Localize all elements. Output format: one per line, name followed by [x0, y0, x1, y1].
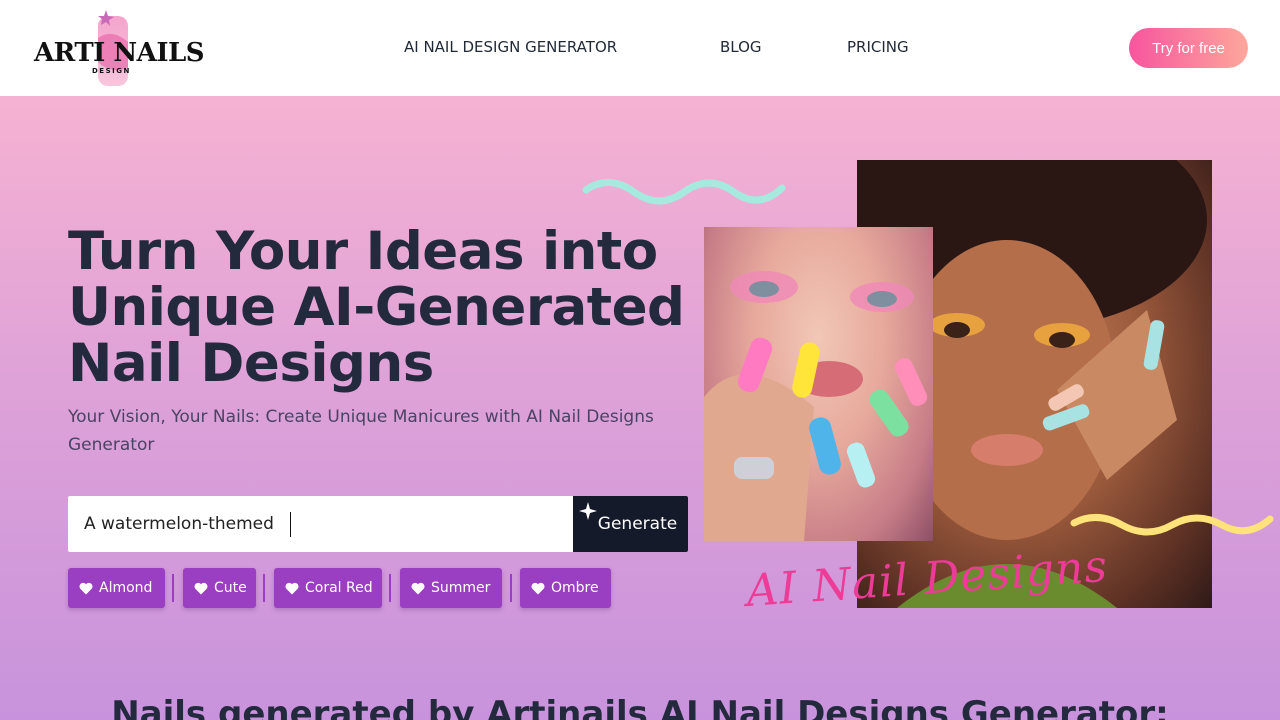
site-header: ARTI NAILS DESIGN AI NAIL DESIGN GENERAT…	[0, 0, 1280, 96]
tag-chip-summer[interactable]: Summer	[400, 568, 502, 608]
generate-button[interactable]: Generate	[573, 496, 688, 552]
chip-divider	[510, 574, 512, 602]
try-for-free-button[interactable]: Try for free	[1129, 28, 1248, 68]
hero-photo-small	[704, 227, 933, 541]
logo-subtitle: DESIGN	[92, 67, 131, 75]
section-title: Nails generated by Artinails AI Nail Des…	[111, 694, 1169, 720]
hero-subtitle: Your Vision, Your Nails: Create Unique M…	[68, 407, 654, 455]
tag-chip-label: Summer	[431, 580, 491, 596]
sparkle-icon	[579, 502, 597, 520]
heart-icon	[194, 582, 208, 594]
heart-icon	[411, 582, 425, 594]
nav-item-blog[interactable]: BLOG	[720, 38, 762, 56]
chip-divider	[172, 574, 174, 602]
chip-divider	[263, 574, 265, 602]
nav-item-ai-nail-design-generator[interactable]: AI NAIL DESIGN GENERATOR	[404, 38, 617, 56]
tag-chip-cute[interactable]: Cute	[183, 568, 256, 608]
text-caret	[290, 512, 291, 537]
squiggle-decoration-teal	[582, 179, 786, 205]
heart-icon	[285, 582, 299, 594]
portrait-illustration	[704, 271, 928, 541]
hero-section: Turn Your Ideas into Unique AI-Generated…	[0, 96, 1280, 720]
chip-divider	[389, 574, 391, 602]
prompt-search-box: Generate	[68, 496, 688, 552]
logo[interactable]: ARTI NAILS DESIGN	[34, 8, 205, 90]
tag-chip-label: Coral Red	[305, 580, 373, 596]
tag-chip-coral-red[interactable]: Coral Red	[274, 568, 382, 608]
tag-chip-label: Cute	[214, 580, 247, 596]
logo-wordmark: ARTI NAILS	[34, 38, 205, 68]
tag-chip-ombre[interactable]: Ombre	[520, 568, 611, 608]
squiggle-decoration-yellow	[1070, 514, 1274, 536]
nav-item-pricing[interactable]: PRICING	[847, 38, 909, 56]
prompt-input[interactable]	[68, 496, 573, 552]
heart-icon	[79, 582, 93, 594]
tag-chip-almond[interactable]: Almond	[68, 568, 165, 608]
tag-chip-label: Ombre	[551, 580, 599, 596]
generate-button-label: Generate	[597, 514, 678, 534]
heart-icon	[531, 582, 545, 594]
hero-headline: Turn Your Ideas into Unique AI-Generated…	[68, 221, 685, 394]
tag-chip-label: Almond	[99, 580, 153, 596]
